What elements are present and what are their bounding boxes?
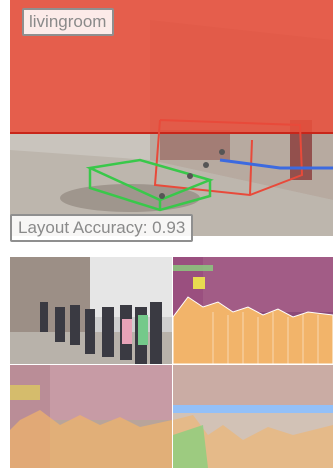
sofa <box>160 130 230 160</box>
street-segmentation <box>173 257 333 364</box>
street-segmentation-overlay <box>10 365 172 468</box>
room-type-label: livingroom <box>22 8 115 36</box>
layout-accuracy-label: Layout Accuracy: 0.93 <box>10 214 194 242</box>
room-layout-panel: livingroom <box>10 0 333 236</box>
street-segmentation-overlay-2 <box>173 365 333 468</box>
street-photo <box>10 257 172 364</box>
